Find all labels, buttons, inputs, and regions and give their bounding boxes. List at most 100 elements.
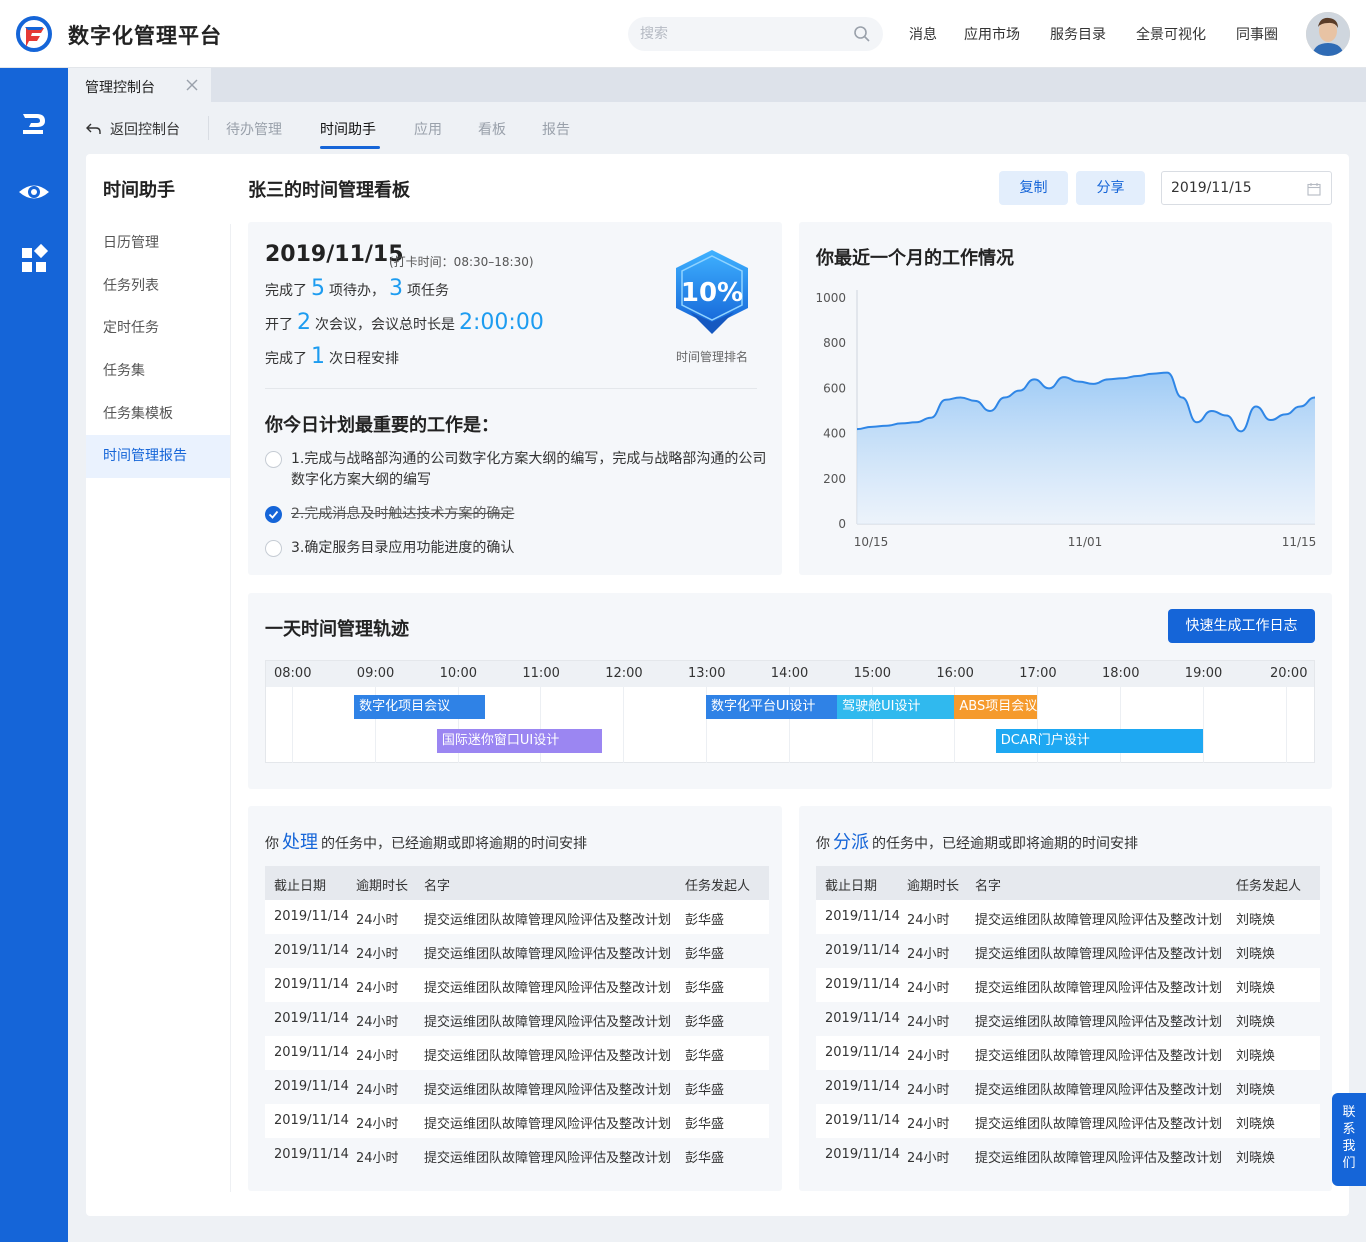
table-cell: 刘晓焕 — [1236, 947, 1276, 962]
column-header[interactable]: 任务发起人 — [685, 875, 750, 894]
table-cell: 24小时 — [907, 1117, 950, 1132]
page-tab-bar: 管理控制台 — [68, 68, 1366, 102]
search-icon[interactable] — [853, 25, 871, 43]
page-tab-label: 管理控制台 — [85, 80, 155, 96]
nav-app-market[interactable]: 应用市场 — [964, 24, 1020, 44]
sidebar-item-task-list[interactable]: 任务列表 — [86, 265, 230, 308]
plan-item-checkbox[interactable] — [265, 540, 282, 557]
column-header[interactable]: 截止日期 — [825, 875, 877, 894]
avatar[interactable] — [1306, 12, 1350, 56]
table-cell: 提交运维团队故障管理风险评估及整改计划 — [975, 1049, 1223, 1064]
nav-colleagues[interactable]: 同事圈 — [1236, 24, 1278, 44]
sidebar-title: 时间助手 — [103, 180, 175, 201]
search-input[interactable] — [640, 23, 840, 45]
plan-item[interactable]: 2.完成消息及时触达技术方案的确定 — [265, 504, 775, 525]
logo-icon[interactable] — [16, 16, 52, 52]
column-header[interactable]: 截止日期 — [274, 875, 326, 894]
nav-service-catalog[interactable]: 服务目录 — [1050, 24, 1106, 44]
search-box[interactable] — [628, 17, 883, 51]
sidebar-item-task-set-templates[interactable]: 任务集模板 — [86, 393, 230, 436]
eye-icon[interactable] — [17, 175, 51, 209]
table-row[interactable]: 2019/11/14 24小时 提交运维团队故障管理风险评估及整改计划 彭华盛 — [265, 934, 769, 968]
timeline-event[interactable]: 驾驶舱UI设计 — [837, 695, 955, 719]
nav-panorama[interactable]: 全景可视化 — [1136, 24, 1206, 44]
table-row[interactable]: 2019/11/14 24小时 提交运维团队故障管理风险评估及整改计划 刘晓焕 — [816, 1138, 1320, 1172]
pen-icon[interactable] — [17, 106, 51, 140]
generate-worklog-button[interactable]: 快速生成工作日志 — [1168, 609, 1315, 643]
table-cell: 2019/11/14 — [825, 1011, 900, 1026]
column-header[interactable]: 名字 — [975, 875, 1001, 894]
plan-item-checkbox[interactable] — [265, 506, 282, 523]
table-row[interactable]: 2019/11/14 24小时 提交运维团队故障管理风险评估及整改计划 刘晓焕 — [816, 1036, 1320, 1070]
table-row[interactable]: 2019/11/14 24小时 提交运维团队故障管理风险评估及整改计划 彭华盛 — [265, 1104, 769, 1138]
apps-icon[interactable] — [17, 243, 51, 277]
work-chart-panel: 你最近一个月的工作情况 0 200 400 600 800 1000 10/15 11/01 1… — [799, 222, 1332, 575]
table-cell: 提交运维团队故障管理风险评估及整改计划 — [975, 1151, 1223, 1166]
column-header[interactable]: 逾期时长 — [356, 875, 408, 894]
table-row[interactable]: 2019/11/14 24小时 提交运维团队故障管理风险评估及整改计划 彭华盛 — [265, 1138, 769, 1172]
tab-todo[interactable]: 待办管理 — [226, 119, 282, 139]
contact-us-char: 们 — [1342, 1156, 1356, 1171]
todo-count: 5 — [311, 276, 325, 301]
timeline-event[interactable]: 数字化项目会议 — [354, 695, 486, 719]
back-icon — [86, 123, 101, 134]
plan-item[interactable]: 1.完成与战略部沟通的公司数字化方案大纲的编写，完成与战略部沟通的公司数字化方案… — [265, 449, 775, 491]
table-cell: 提交运维团队故障管理风险评估及整改计划 — [975, 1117, 1223, 1132]
tab-kanban[interactable]: 看板 — [478, 119, 506, 139]
sidebar-item-calendar[interactable]: 日历管理 — [86, 222, 230, 265]
top-header: 数字化管理平台 消息 应用市场 服务目录 全景可视化 同事圈 — [0, 0, 1366, 68]
tab-apps[interactable]: 应用 — [414, 119, 442, 139]
x-tick-label: 11/15 — [1282, 535, 1317, 549]
table-cell: 提交运维团队故障管理风险评估及整改计划 — [975, 913, 1223, 928]
timeline-event[interactable]: ABS项目会议 — [954, 695, 1038, 719]
sidebar-item-scheduled-tasks[interactable]: 定时任务 — [86, 307, 230, 350]
date-picker[interactable]: 2019/11/15 — [1161, 171, 1332, 205]
table-cell: 24小时 — [356, 913, 399, 928]
timeline-event[interactable]: 数字化平台UI设计 — [706, 695, 838, 719]
plan-item-checkbox[interactable] — [265, 451, 282, 468]
table-row[interactable]: 2019/11/14 24小时 提交运维团队故障管理风险评估及整改计划 刘晓焕 — [816, 968, 1320, 1002]
tab-report[interactable]: 报告 — [542, 119, 570, 139]
back-to-console-link[interactable]: 返回控制台 — [86, 119, 180, 139]
column-header[interactable]: 逾期时长 — [907, 875, 959, 894]
table-row[interactable]: 2019/11/14 24小时 提交运维团队故障管理风险评估及整改计划 彭华盛 — [265, 1070, 769, 1104]
y-tick-label: 1000 — [815, 291, 846, 305]
timeline-hour-label: 20:00 — [1270, 666, 1308, 681]
page-tab-console[interactable]: 管理控制台 — [68, 68, 211, 102]
table-cell: 彭华盛 — [685, 1049, 725, 1064]
nav-messages[interactable]: 消息 — [909, 24, 937, 44]
table-row[interactable]: 2019/11/14 24小时 提交运维团队故障管理风险评估及整改计划 彭华盛 — [265, 1036, 769, 1070]
summary-line-meetings: 开了 2 次会议，会议总时长是 2:00:00 — [265, 310, 544, 335]
sidebar-item-task-sets[interactable]: 任务集 — [86, 350, 230, 393]
table-row[interactable]: 2019/11/14 24小时 提交运维团队故障管理风险评估及整改计划 彭华盛 — [265, 1002, 769, 1036]
contact-us-button[interactable]: 联系我们 — [1332, 1093, 1366, 1186]
sidebar-item-time-report[interactable]: 时间管理报告 — [86, 435, 230, 478]
table-row[interactable]: 2019/11/14 24小时 提交运维团队故障管理风险评估及整改计划 刘晓焕 — [816, 934, 1320, 968]
table-cell: 24小时 — [356, 1049, 399, 1064]
plan-item[interactable]: 3.确定服务目录应用功能进度的确认 — [265, 538, 775, 559]
column-header[interactable]: 名字 — [424, 875, 450, 894]
tab-time-assistant[interactable]: 时间助手 — [320, 119, 376, 139]
timeline-hour-label: 11:00 — [522, 666, 560, 681]
assigned-tasks-panel: 你分派 的任务中，已经逾期或即将逾期的时间安排 截止日期 逾期时长 名字 任务发起人 20… — [799, 806, 1332, 1191]
close-icon[interactable] — [184, 77, 200, 93]
table-cell: 提交运维团队故障管理风险评估及整改计划 — [424, 1049, 672, 1064]
left-rail — [0, 68, 68, 1242]
copy-button[interactable]: 复制 — [999, 171, 1068, 205]
calendar-icon — [1307, 183, 1321, 196]
column-header[interactable]: 任务发起人 — [1236, 875, 1301, 894]
table-row[interactable]: 2019/11/14 24小时 提交运维团队故障管理风险评估及整改计划 刘晓焕 — [816, 900, 1320, 934]
timeline-hour-label: 19:00 — [1184, 666, 1223, 681]
table-row[interactable]: 2019/11/14 24小时 提交运维团队故障管理风险评估及整改计划 刘晓焕 — [816, 1002, 1320, 1036]
table-row[interactable]: 2019/11/14 24小时 提交运维团队故障管理风险评估及整改计划 刘晓焕 — [816, 1070, 1320, 1104]
table-row[interactable]: 2019/11/14 24小时 提交运维团队故障管理风险评估及整改计划 刘晓焕 — [816, 1104, 1320, 1138]
active-tab-indicator — [320, 146, 380, 149]
table-cell: 2019/11/14 — [274, 1045, 349, 1060]
share-button[interactable]: 分享 — [1076, 171, 1145, 205]
timeline-hour-label: 09:00 — [356, 666, 395, 681]
table-row[interactable]: 2019/11/14 24小时 提交运维团队故障管理风险评估及整改计划 彭华盛 — [265, 900, 769, 934]
table-cell: 提交运维团队故障管理风险评估及整改计划 — [424, 913, 672, 928]
timeline-event[interactable]: DCAR门户设计 — [995, 729, 1203, 753]
table-row[interactable]: 2019/11/14 24小时 提交运维团队故障管理风险评估及整改计划 彭华盛 — [265, 968, 769, 1002]
timeline-event[interactable]: 国际迷你窗口UI设计 — [436, 729, 603, 753]
